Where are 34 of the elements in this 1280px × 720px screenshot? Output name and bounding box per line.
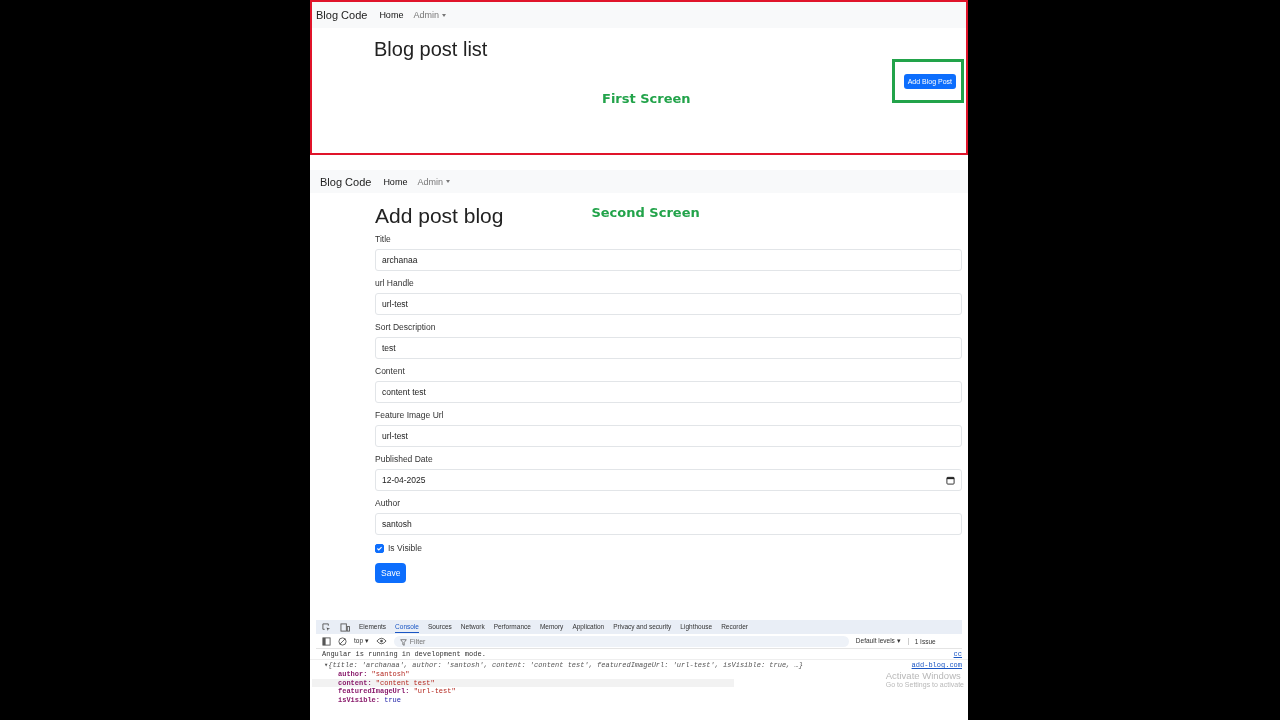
checkbox-label: Is Visible bbox=[388, 543, 422, 553]
sidebar-icon[interactable] bbox=[322, 636, 331, 646]
input-field[interactable]: url-test bbox=[375, 293, 962, 315]
dropdown-link[interactable]: Admin bbox=[413, 10, 446, 20]
nav-link[interactable]: Home bbox=[379, 10, 404, 20]
date-field[interactable]: 12-04-2025 bbox=[375, 469, 962, 491]
input-field[interactable]: url-test bbox=[375, 425, 962, 447]
activation-notice: Activate Windows bbox=[885, 670, 962, 681]
field-label: Content bbox=[375, 366, 406, 376]
input-field[interactable]: content test bbox=[375, 381, 962, 403]
checkbox[interactable] bbox=[375, 543, 384, 553]
inspect-icon[interactable] bbox=[322, 622, 331, 632]
input-field[interactable]: santosh bbox=[375, 513, 962, 535]
field-label: Title bbox=[375, 234, 392, 244]
calendar-icon[interactable] bbox=[946, 475, 955, 485]
input-field[interactable]: archanaa bbox=[375, 249, 962, 271]
device-icon[interactable] bbox=[340, 622, 350, 632]
clear-icon[interactable] bbox=[338, 636, 347, 646]
caption: First Screen bbox=[602, 91, 691, 106]
eye-icon[interactable] bbox=[375, 637, 387, 645]
save-button[interactable]: Save bbox=[375, 563, 407, 583]
page-heading: Add post blog bbox=[375, 204, 504, 228]
dropdown-link[interactable]: Admin bbox=[417, 176, 450, 187]
input-field[interactable]: test bbox=[375, 337, 962, 359]
field-label: Feature Image Url bbox=[375, 410, 445, 420]
field-label: Author bbox=[375, 498, 402, 508]
field-label: Published Date bbox=[375, 454, 434, 464]
caption: Second Screen bbox=[591, 205, 700, 220]
brand-link[interactable]: Blog Code bbox=[316, 9, 368, 21]
field-label: url Handle bbox=[375, 278, 415, 288]
page-heading: Blog post list bbox=[374, 38, 489, 61]
nav-link[interactable]: Home bbox=[383, 176, 408, 187]
brand-link[interactable]: Blog Code bbox=[320, 175, 372, 188]
field-label: Sort Description bbox=[375, 322, 437, 332]
